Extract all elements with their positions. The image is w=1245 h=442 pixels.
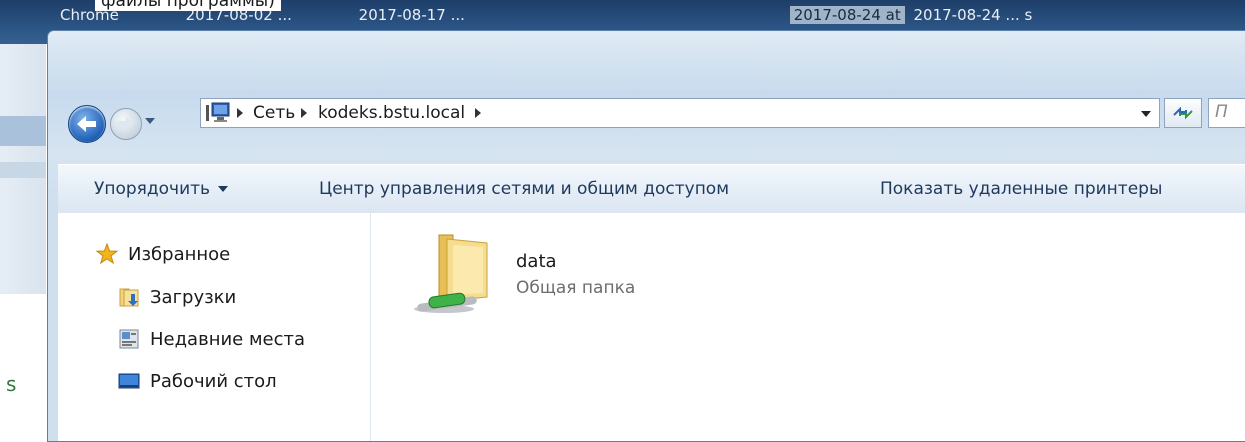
show-remote-printers-button[interactable]: Показать удаленные принтеры bbox=[880, 178, 1162, 200]
star-icon bbox=[96, 243, 118, 265]
shared-folder-name: data bbox=[516, 251, 557, 272]
background-left-bar bbox=[0, 116, 46, 146]
desktop-icon bbox=[118, 373, 140, 389]
breadcrumb-separator-icon[interactable] bbox=[301, 108, 307, 118]
address-bar[interactable]: Сеть kodeks.bstu.local bbox=[200, 98, 1160, 128]
background-left-panel bbox=[0, 44, 46, 428]
search-placeholder: П bbox=[1215, 102, 1228, 122]
pane-area: Избранное Загрузки Недавние места Рабочи… bbox=[58, 213, 1245, 441]
chevron-down-icon bbox=[218, 186, 229, 192]
background-top-text: файлы программы) bbox=[95, 0, 281, 11]
refresh-button[interactable] bbox=[1164, 98, 1202, 128]
downloads-folder-icon bbox=[119, 288, 139, 307]
content-pane: data Общая папка bbox=[371, 213, 1245, 441]
search-input[interactable]: П bbox=[1208, 98, 1245, 128]
forward-arrow-icon bbox=[118, 117, 134, 131]
network-center-button[interactable]: Центр управления сетями и общим доступом bbox=[319, 178, 729, 200]
back-arrow-icon bbox=[77, 116, 96, 132]
nav-label: Избранное bbox=[128, 244, 231, 265]
recent-places-icon bbox=[119, 329, 139, 349]
bg-strip-item-selected: 2017-08-24 at bbox=[789, 6, 905, 24]
command-toolbar: Упорядочить Центр управления сетями и об… bbox=[58, 164, 1245, 214]
shared-folder-type: Общая папка bbox=[516, 278, 636, 298]
breadcrumb-separator-icon[interactable] bbox=[237, 108, 243, 118]
breadcrumb-network[interactable]: Сеть bbox=[253, 103, 295, 123]
organize-label: Упорядочить bbox=[94, 179, 211, 199]
address-dropdown-icon[interactable] bbox=[1141, 111, 1151, 117]
network-computer-icon bbox=[206, 102, 230, 122]
breadcrumb-separator-icon[interactable] bbox=[475, 108, 481, 118]
nav-label: Рабочий стол bbox=[150, 371, 277, 392]
background-left-bar bbox=[0, 162, 46, 178]
window-frame-gloss bbox=[48, 31, 1245, 91]
navigation-pane: Избранное Загрузки Недавние места Рабочи… bbox=[58, 213, 371, 441]
bg-strip-item: 2017-08-24 ... s bbox=[913, 6, 1033, 24]
history-dropdown-icon[interactable] bbox=[144, 116, 156, 126]
forward-button[interactable] bbox=[110, 108, 142, 140]
background-left-white bbox=[0, 294, 46, 428]
nav-label: Загрузки bbox=[150, 287, 237, 308]
nav-item-favorites[interactable]: Избранное bbox=[96, 243, 406, 267]
organize-button[interactable]: Упорядочить bbox=[94, 178, 229, 200]
background-left-char: s bbox=[6, 372, 17, 396]
refresh-icon bbox=[1173, 106, 1193, 120]
back-button[interactable] bbox=[68, 105, 106, 143]
shared-folder-icon bbox=[414, 234, 488, 313]
shared-folder-item[interactable]: data Общая папка bbox=[409, 231, 709, 321]
explorer-window: Сеть kodeks.bstu.local П Упорядочить Цен… bbox=[47, 30, 1245, 442]
bg-strip-item: 2017-08-17 ... bbox=[358, 6, 465, 24]
breadcrumb-server[interactable]: kodeks.bstu.local bbox=[318, 103, 465, 123]
nav-label: Недавние места bbox=[150, 329, 306, 350]
